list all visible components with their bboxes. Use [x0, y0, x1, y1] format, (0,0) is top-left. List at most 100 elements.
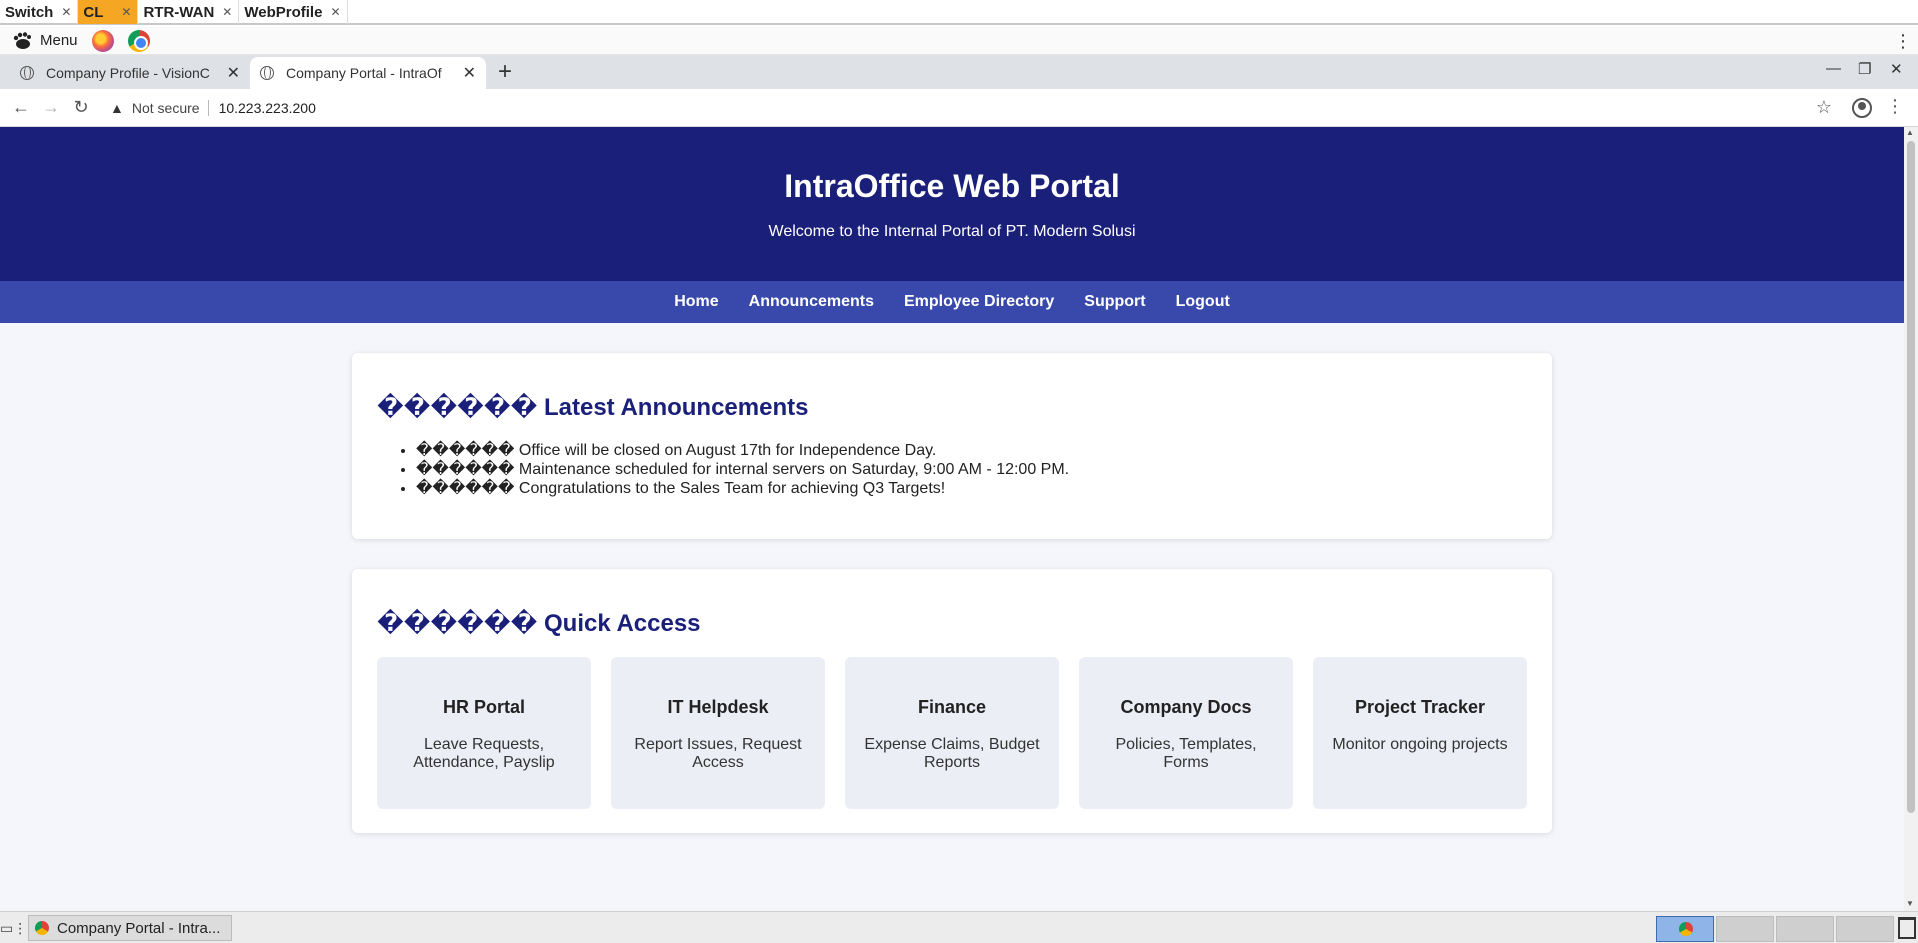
panel-overflow-icon[interactable]: ⋮	[1894, 31, 1912, 52]
quick-access-it-helpdesk[interactable]: IT Helpdesk Report Issues, Request Acces…	[611, 657, 825, 809]
taskbar-window-button[interactable]: Company Portal - Intra...	[28, 915, 232, 941]
profile-icon[interactable]	[1852, 98, 1872, 118]
announcement-glyphs: ������	[416, 442, 515, 459]
forward-arrow-icon[interactable]: →	[36, 97, 66, 118]
desktop-menu-button[interactable]: Menu	[12, 31, 78, 50]
vnc-tab-label: Switch	[5, 3, 54, 21]
chrome-launcher-icon[interactable]	[127, 29, 150, 52]
announcement-text: Congratulations to the Sales Team for ac…	[518, 480, 946, 497]
desktop-taskbar: ▭⋮ Company Portal - Intra...	[0, 911, 1918, 943]
reload-icon[interactable]: ↻	[66, 97, 96, 118]
quick-access-company-docs[interactable]: Company Docs Policies, Templates, Forms	[1079, 657, 1293, 809]
quick-access-title: IT Helpdesk	[667, 697, 769, 717]
quick-access-desc: Monitor ongoing projects	[1332, 736, 1508, 753]
vnc-tab-webprofile[interactable]: WebProfile ✕	[239, 0, 348, 24]
page-subtitle: Welcome to the Internal Portal of PT. Mo…	[768, 223, 1136, 240]
announcement-glyphs: ������	[416, 480, 515, 497]
close-icon[interactable]: ✕	[121, 5, 131, 19]
workspace-2[interactable]	[1716, 916, 1774, 942]
back-arrow-icon[interactable]: ←	[6, 97, 36, 118]
minimize-icon[interactable]: —	[1826, 60, 1841, 77]
announcements-heading: ������ Latest Announcements	[377, 393, 808, 422]
omnibox[interactable]: ▲ Not secure 10.223.223.200	[110, 93, 1830, 123]
quick-access-desc: Leave Requests, Attendance, Payslip	[413, 736, 555, 771]
close-window-icon[interactable]: ✕	[1890, 60, 1903, 78]
url-text[interactable]: 10.223.223.200	[219, 100, 316, 116]
browser-tab-title: Company Profile - VisionC	[46, 65, 210, 81]
vnc-tab-strip: Switch ✕ CL ✕ RTR-WAN ✕ WebProfile ✕	[0, 0, 1918, 25]
desktop-top-panel: Menu ⋮	[0, 27, 1918, 55]
scroll-up-arrow-icon[interactable]: ▲	[1906, 128, 1914, 137]
quick-access-heading: ������ Quick Access	[377, 609, 701, 638]
vnc-tab-cl[interactable]: CL ✕	[78, 0, 139, 24]
nav-employee-directory-link[interactable]: Employee Directory	[904, 293, 1054, 311]
browser-tab-title: Company Portal - IntraOf	[286, 65, 442, 81]
page-title: IntraOffice Web Portal	[784, 168, 1120, 204]
close-icon[interactable]: ✕	[222, 5, 232, 19]
quick-access-grid: HR Portal Leave Requests, Attendance, Pa…	[377, 657, 1527, 809]
vnc-tab-label: RTR-WAN	[143, 3, 215, 21]
nav-announcements-link[interactable]: Announcements	[749, 293, 874, 311]
list-item: ������ Congratulations to the Sales Team…	[416, 479, 1069, 498]
new-tab-icon[interactable]: +	[498, 58, 512, 86]
nav-support-link[interactable]: Support	[1084, 293, 1145, 311]
scroll-down-arrow-icon[interactable]: ▼	[1906, 899, 1914, 908]
workspace-3[interactable]	[1776, 916, 1834, 942]
close-icon[interactable]: ✕	[463, 63, 476, 83]
announcements-card: ������ Latest Announcements ������ Offic…	[352, 353, 1552, 539]
workspace-1[interactable]	[1656, 916, 1714, 942]
vnc-tab-label: WebProfile	[244, 3, 323, 21]
trash-icon[interactable]	[1898, 917, 1916, 939]
browser-tab-company-portal[interactable]: Company Portal - IntraOf ✕	[250, 57, 486, 89]
quick-access-desc: Policies, Templates, Forms	[1115, 736, 1257, 771]
quick-access-heading-glyphs: ������	[377, 610, 538, 637]
site-header: IntraOffice Web Portal Welcome to the In…	[0, 127, 1904, 281]
page-scrollbar[interactable]: ▲ ▼	[1904, 127, 1918, 911]
quick-access-title: Finance	[917, 697, 987, 717]
warning-icon[interactable]: ▲	[110, 100, 124, 116]
close-icon[interactable]: ✕	[330, 5, 340, 19]
gnome-foot-icon	[13, 31, 31, 49]
quick-access-title: HR Portal	[442, 697, 525, 717]
page-viewport: IntraOffice Web Portal Welcome to the In…	[0, 127, 1904, 911]
close-icon[interactable]: ✕	[227, 63, 240, 83]
address-bar: ← → ↻ ▲ Not secure 10.223.223.200 ☆ ⋮	[0, 89, 1918, 127]
security-label[interactable]: Not secure	[132, 100, 209, 116]
browser-menu-icon[interactable]: ⋮	[1886, 96, 1904, 117]
vnc-tab-label: CL	[83, 3, 104, 21]
browser-tab-strip: Company Profile - VisionC ✕ Company Port…	[0, 55, 1918, 89]
quick-access-heading-text: Quick Access	[543, 610, 701, 637]
announcements-heading-glyphs: ������	[377, 394, 538, 421]
announcement-text: Maintenance scheduled for internal serve…	[518, 461, 1070, 478]
globe-icon	[20, 66, 34, 80]
announcement-text: Office will be closed on August 17th for…	[518, 442, 937, 459]
firefox-launcher-icon[interactable]	[91, 29, 114, 52]
chrome-icon	[35, 921, 49, 935]
announcement-glyphs: ������	[416, 461, 515, 478]
nav-home-link[interactable]: Home	[674, 293, 718, 311]
quick-access-desc: Report Issues, Request Access	[634, 736, 802, 771]
quick-access-hr-portal[interactable]: HR Portal Leave Requests, Attendance, Pa…	[377, 657, 591, 809]
quick-access-title: Company Docs	[1120, 697, 1252, 717]
bookmark-star-icon[interactable]: ☆	[1816, 97, 1832, 118]
scrollbar-thumb[interactable]	[1907, 141, 1915, 813]
quick-access-desc: Expense Claims, Budget Reports	[864, 736, 1040, 771]
globe-icon	[260, 66, 274, 80]
nav-logout-link[interactable]: Logout	[1176, 293, 1230, 311]
announcements-heading-text: Latest Announcements	[543, 394, 809, 421]
desktop-menu-label: Menu	[40, 32, 78, 49]
vnc-tab-switch[interactable]: Switch ✕	[0, 0, 79, 24]
close-icon[interactable]: ✕	[61, 5, 71, 19]
list-item: ������ Maintenance scheduled for interna…	[416, 460, 1069, 479]
site-nav: Home Announcements Employee Directory Su…	[0, 281, 1904, 323]
quick-access-project-tracker[interactable]: Project Tracker Monitor ongoing projects	[1313, 657, 1527, 809]
vnc-tab-rtr-wan[interactable]: RTR-WAN ✕	[138, 0, 240, 24]
workspace-4[interactable]	[1836, 916, 1894, 942]
quick-access-finance[interactable]: Finance Expense Claims, Budget Reports	[845, 657, 1059, 809]
browser-tab-company-profile[interactable]: Company Profile - VisionC ✕	[10, 57, 250, 89]
show-desktop-icon[interactable]: ▭⋮	[0, 920, 27, 937]
restore-icon[interactable]: ❐	[1858, 60, 1871, 78]
list-item: ������ Office will be closed on August 1…	[416, 441, 1069, 460]
quick-access-title: Project Tracker	[1354, 697, 1486, 717]
announcements-list: ������ Office will be closed on August 1…	[416, 441, 1069, 498]
